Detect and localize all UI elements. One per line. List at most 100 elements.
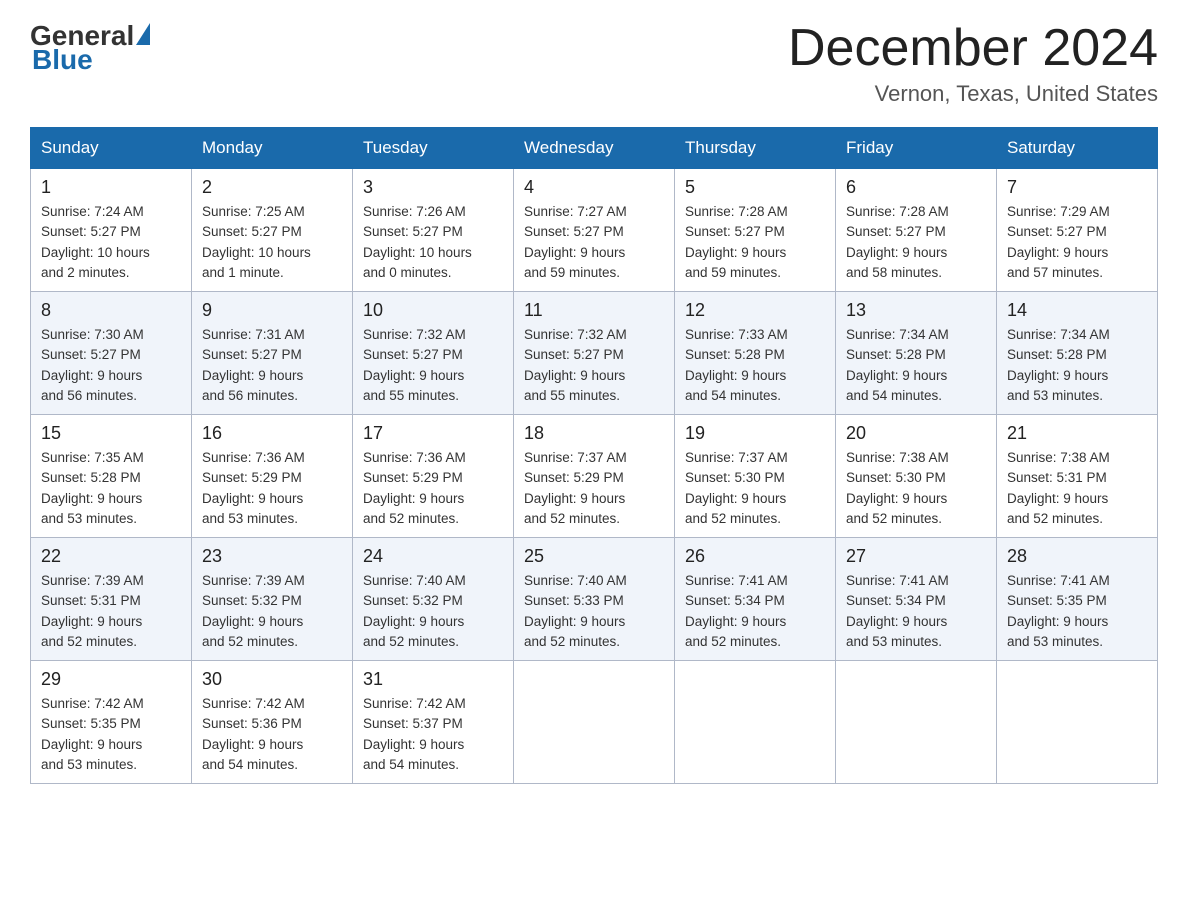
- calendar-cell: 1 Sunrise: 7:24 AMSunset: 5:27 PMDaylight…: [31, 169, 192, 292]
- weekday-header-monday: Monday: [192, 128, 353, 169]
- day-number: 21: [1007, 423, 1147, 444]
- calendar-cell: 30Sunrise: 7:42 AMSunset: 5:36 PMDayligh…: [192, 661, 353, 784]
- day-number: 28: [1007, 546, 1147, 567]
- day-info: Sunrise: 7:40 AMSunset: 5:32 PMDaylight:…: [363, 571, 503, 652]
- day-number: 11: [524, 300, 664, 321]
- calendar-cell: 29 Sunrise: 7:42 AMSunset: 5:35 PMDayligh…: [31, 661, 192, 784]
- day-info: Sunrise: 7:38 AMSunset: 5:31 PMDaylight:…: [1007, 448, 1147, 529]
- day-info: Sunrise: 7:24 AMSunset: 5:27 PMDaylight:…: [41, 202, 181, 283]
- calendar-week-row: 29 Sunrise: 7:42 AMSunset: 5:35 PMDayligh…: [31, 661, 1158, 784]
- calendar-cell: 19Sunrise: 7:37 AMSunset: 5:30 PMDayligh…: [675, 415, 836, 538]
- weekday-header-sunday: Sunday: [31, 128, 192, 169]
- calendar-cell: 17 Sunrise: 7:36 AMSunset: 5:29 PMDayligh…: [353, 415, 514, 538]
- title-block: December 2024 Vernon, Texas, United Stat…: [788, 20, 1158, 107]
- calendar-cell: 10Sunrise: 7:32 AMSunset: 5:27 PMDayligh…: [353, 292, 514, 415]
- day-info: Sunrise: 7:33 AMSunset: 5:28 PMDaylight:…: [685, 325, 825, 406]
- day-info: Sunrise: 7:30 AMSunset: 5:27 PMDaylight:…: [41, 325, 181, 406]
- day-number: 17: [363, 423, 503, 444]
- day-number: 31: [363, 669, 503, 690]
- calendar-header-row: SundayMondayTuesdayWednesdayThursdayFrid…: [31, 128, 1158, 169]
- day-info: Sunrise: 7:41 AMSunset: 5:35 PMDaylight:…: [1007, 571, 1147, 652]
- logo-blue-text: Blue: [32, 44, 93, 76]
- day-number: 12: [685, 300, 825, 321]
- weekday-header-wednesday: Wednesday: [514, 128, 675, 169]
- day-number: 24: [363, 546, 503, 567]
- day-number: 16: [202, 423, 342, 444]
- location-label: Vernon, Texas, United States: [788, 81, 1158, 107]
- day-number: 1: [41, 177, 181, 198]
- day-info: Sunrise: 7:40 AMSunset: 5:33 PMDaylight:…: [524, 571, 664, 652]
- calendar-cell: 13 Sunrise: 7:34 AMSunset: 5:28 PMDayligh…: [836, 292, 997, 415]
- day-number: 8: [41, 300, 181, 321]
- day-info: Sunrise: 7:26 AMSunset: 5:27 PMDaylight:…: [363, 202, 503, 283]
- calendar-cell: 24 Sunrise: 7:40 AMSunset: 5:32 PMDayligh…: [353, 538, 514, 661]
- day-number: 19: [685, 423, 825, 444]
- day-info: Sunrise: 7:27 AMSunset: 5:27 PMDaylight:…: [524, 202, 664, 283]
- calendar-cell: 12 Sunrise: 7:33 AMSunset: 5:28 PMDayligh…: [675, 292, 836, 415]
- day-info: Sunrise: 7:42 AMSunset: 5:36 PMDaylight:…: [202, 694, 342, 775]
- calendar-cell: 25 Sunrise: 7:40 AMSunset: 5:33 PMDayligh…: [514, 538, 675, 661]
- calendar-cell: 14 Sunrise: 7:34 AMSunset: 5:28 PMDayligh…: [997, 292, 1158, 415]
- calendar-table: SundayMondayTuesdayWednesdayThursdayFrid…: [30, 127, 1158, 784]
- day-number: 25: [524, 546, 664, 567]
- weekday-header-friday: Friday: [836, 128, 997, 169]
- day-info: Sunrise: 7:34 AMSunset: 5:28 PMDaylight:…: [1007, 325, 1147, 406]
- day-number: 6: [846, 177, 986, 198]
- day-info: Sunrise: 7:28 AMSunset: 5:27 PMDaylight:…: [846, 202, 986, 283]
- month-title: December 2024: [788, 20, 1158, 77]
- weekday-header-thursday: Thursday: [675, 128, 836, 169]
- day-info: Sunrise: 7:31 AMSunset: 5:27 PMDaylight:…: [202, 325, 342, 406]
- day-info: Sunrise: 7:34 AMSunset: 5:28 PMDaylight:…: [846, 325, 986, 406]
- calendar-cell: 2Sunrise: 7:25 AMSunset: 5:27 PMDaylight…: [192, 169, 353, 292]
- logo-triangle-icon: [136, 23, 150, 45]
- calendar-cell: 11Sunrise: 7:32 AMSunset: 5:27 PMDayligh…: [514, 292, 675, 415]
- day-number: 2: [202, 177, 342, 198]
- calendar-cell: 22 Sunrise: 7:39 AMSunset: 5:31 PMDayligh…: [31, 538, 192, 661]
- day-number: 9: [202, 300, 342, 321]
- calendar-cell: 6 Sunrise: 7:28 AMSunset: 5:27 PMDaylight…: [836, 169, 997, 292]
- calendar-cell: 7 Sunrise: 7:29 AMSunset: 5:27 PMDaylight…: [997, 169, 1158, 292]
- day-info: Sunrise: 7:41 AMSunset: 5:34 PMDaylight:…: [685, 571, 825, 652]
- day-number: 22: [41, 546, 181, 567]
- day-number: 3: [363, 177, 503, 198]
- day-info: Sunrise: 7:28 AMSunset: 5:27 PMDaylight:…: [685, 202, 825, 283]
- day-info: Sunrise: 7:42 AMSunset: 5:35 PMDaylight:…: [41, 694, 181, 775]
- day-info: Sunrise: 7:29 AMSunset: 5:27 PMDaylight:…: [1007, 202, 1147, 283]
- calendar-week-row: 1 Sunrise: 7:24 AMSunset: 5:27 PMDaylight…: [31, 169, 1158, 292]
- calendar-cell: [997, 661, 1158, 784]
- calendar-cell: 16Sunrise: 7:36 AMSunset: 5:29 PMDayligh…: [192, 415, 353, 538]
- day-number: 14: [1007, 300, 1147, 321]
- calendar-cell: 8 Sunrise: 7:30 AMSunset: 5:27 PMDaylight…: [31, 292, 192, 415]
- calendar-week-row: 22 Sunrise: 7:39 AMSunset: 5:31 PMDayligh…: [31, 538, 1158, 661]
- calendar-cell: 31 Sunrise: 7:42 AMSunset: 5:37 PMDayligh…: [353, 661, 514, 784]
- day-info: Sunrise: 7:39 AMSunset: 5:32 PMDaylight:…: [202, 571, 342, 652]
- calendar-cell: 21 Sunrise: 7:38 AMSunset: 5:31 PMDayligh…: [997, 415, 1158, 538]
- day-number: 10: [363, 300, 503, 321]
- day-info: Sunrise: 7:36 AMSunset: 5:29 PMDaylight:…: [363, 448, 503, 529]
- calendar-cell: 15 Sunrise: 7:35 AMSunset: 5:28 PMDayligh…: [31, 415, 192, 538]
- day-number: 18: [524, 423, 664, 444]
- logo[interactable]: General Blue: [30, 20, 150, 76]
- day-number: 15: [41, 423, 181, 444]
- day-info: Sunrise: 7:37 AMSunset: 5:29 PMDaylight:…: [524, 448, 664, 529]
- page-header: General Blue December 2024 Vernon, Texas…: [30, 20, 1158, 107]
- calendar-cell: 23Sunrise: 7:39 AMSunset: 5:32 PMDayligh…: [192, 538, 353, 661]
- calendar-cell: 27Sunrise: 7:41 AMSunset: 5:34 PMDayligh…: [836, 538, 997, 661]
- calendar-cell: [675, 661, 836, 784]
- day-number: 13: [846, 300, 986, 321]
- calendar-week-row: 8 Sunrise: 7:30 AMSunset: 5:27 PMDaylight…: [31, 292, 1158, 415]
- day-info: Sunrise: 7:39 AMSunset: 5:31 PMDaylight:…: [41, 571, 181, 652]
- day-number: 7: [1007, 177, 1147, 198]
- day-number: 5: [685, 177, 825, 198]
- day-info: Sunrise: 7:42 AMSunset: 5:37 PMDaylight:…: [363, 694, 503, 775]
- day-number: 29: [41, 669, 181, 690]
- calendar-cell: [514, 661, 675, 784]
- day-number: 4: [524, 177, 664, 198]
- day-info: Sunrise: 7:35 AMSunset: 5:28 PMDaylight:…: [41, 448, 181, 529]
- calendar-cell: 20Sunrise: 7:38 AMSunset: 5:30 PMDayligh…: [836, 415, 997, 538]
- day-info: Sunrise: 7:38 AMSunset: 5:30 PMDaylight:…: [846, 448, 986, 529]
- calendar-cell: 3 Sunrise: 7:26 AMSunset: 5:27 PMDaylight…: [353, 169, 514, 292]
- calendar-cell: [836, 661, 997, 784]
- weekday-header-tuesday: Tuesday: [353, 128, 514, 169]
- weekday-header-saturday: Saturday: [997, 128, 1158, 169]
